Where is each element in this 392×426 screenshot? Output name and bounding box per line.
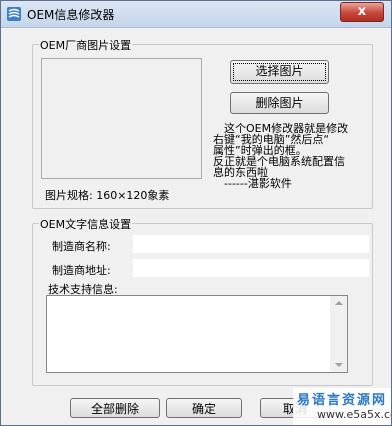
- oem-logo-preview[interactable]: [41, 58, 202, 179]
- title-bar: OEM信息修改器 x: [1, 1, 391, 28]
- picture-spec-label: 图片规格: 160×120象素: [45, 189, 170, 202]
- text-settings-legend: OEM文字信息设置: [39, 216, 133, 232]
- description-text: 这个OEM修改器就是修改 右键“我的电脑”然后点“ 属性”时弹出的框。 反正就是…: [213, 123, 373, 189]
- support-info-textarea[interactable]: [46, 295, 348, 373]
- manufacturer-name-input[interactable]: [133, 235, 369, 253]
- manufacturer-name-label: 制造商名称:: [52, 240, 111, 253]
- watermark-site-name: 易语言资源网: [297, 393, 388, 408]
- description-line: ------湛影软件: [224, 177, 292, 190]
- ok-button[interactable]: 确定: [166, 398, 242, 418]
- delete-all-button[interactable]: 全部删除: [70, 398, 160, 418]
- oem-info-editor-window: OEM信息修改器 x OEM厂商图片设置 选择图片 删除图片 这个OEM修改器就…: [0, 0, 392, 426]
- vertical-scrollbar[interactable]: [330, 296, 347, 372]
- manufacturer-address-label: 制造商地址:: [52, 264, 111, 277]
- watermark-url: www.e5a5x.com: [317, 408, 391, 421]
- scroll-up-icon[interactable]: [335, 301, 343, 305]
- manufacturer-address-input[interactable]: [133, 259, 369, 277]
- delete-picture-button[interactable]: 删除图片: [230, 92, 329, 114]
- close-icon: x: [357, 4, 367, 19]
- app-icon: [6, 6, 22, 22]
- window-title: OEM信息修改器: [27, 8, 115, 22]
- watermark: 易语言资源网 www.e5a5x.com: [293, 388, 391, 425]
- scroll-down-icon[interactable]: [335, 363, 343, 367]
- close-button[interactable]: x: [340, 2, 384, 22]
- picture-settings-legend: OEM厂商图片设置: [39, 37, 133, 53]
- select-picture-button[interactable]: 选择图片: [230, 60, 329, 84]
